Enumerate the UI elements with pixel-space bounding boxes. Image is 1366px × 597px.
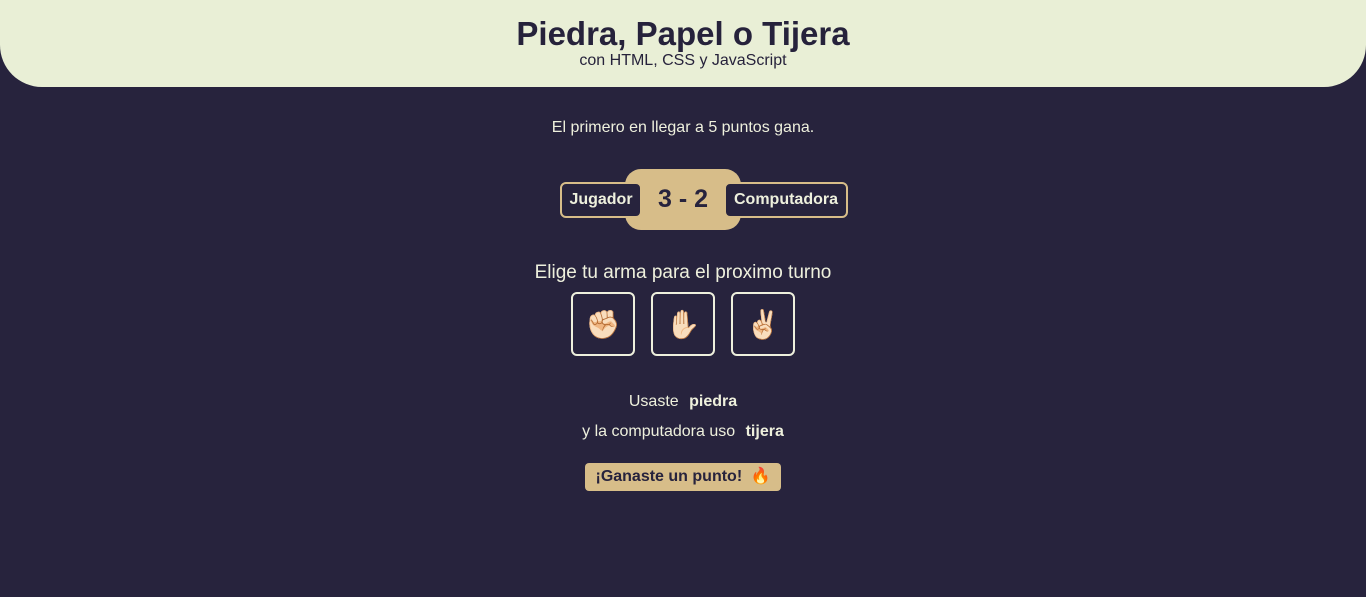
player-choice-line: Usaste piedra [0,392,1366,412]
fire-icon: 🔥 [750,468,771,485]
player-label: Jugador [560,182,642,218]
rock-button[interactable]: ✊🏻 [571,292,635,356]
result-area: ¡Ganaste un punto! 🔥 [0,463,1366,491]
scissors-button[interactable]: ✌🏻 [731,292,795,356]
scoreboard: 3 - 2 Jugador Computadora [560,169,848,230]
page-title: Piedra, Papel o Tijera [516,15,850,52]
computer-label: Computadora [724,182,848,218]
open-hand-icon: ✋🏻 [665,309,701,340]
choose-prompt: Elige tu arma para el proximo turno [534,262,832,283]
cpu-choice-line: y la computadora uso tijera [0,422,1366,442]
rules-text: El primero en llegar a 5 puntos gana. [551,119,815,136]
result-text: ¡Ganaste un punto! [595,468,743,485]
cpu-choice-value: tijera [745,423,784,440]
player-choice-value: piedra [689,393,738,410]
result-badge: ¡Ganaste un punto! 🔥 [585,463,781,491]
fist-icon: ✊🏻 [585,309,621,340]
page-header: Piedra, Papel o Tijera con HTML, CSS y J… [0,0,1366,87]
player-choice-prefix: Usaste [628,393,679,410]
victory-hand-icon: ✌🏻 [745,309,781,340]
paper-button[interactable]: ✋🏻 [651,292,715,356]
cpu-choice-prefix: y la computadora uso [582,423,736,440]
page-subtitle: con HTML, CSS y JavaScript [579,52,787,69]
